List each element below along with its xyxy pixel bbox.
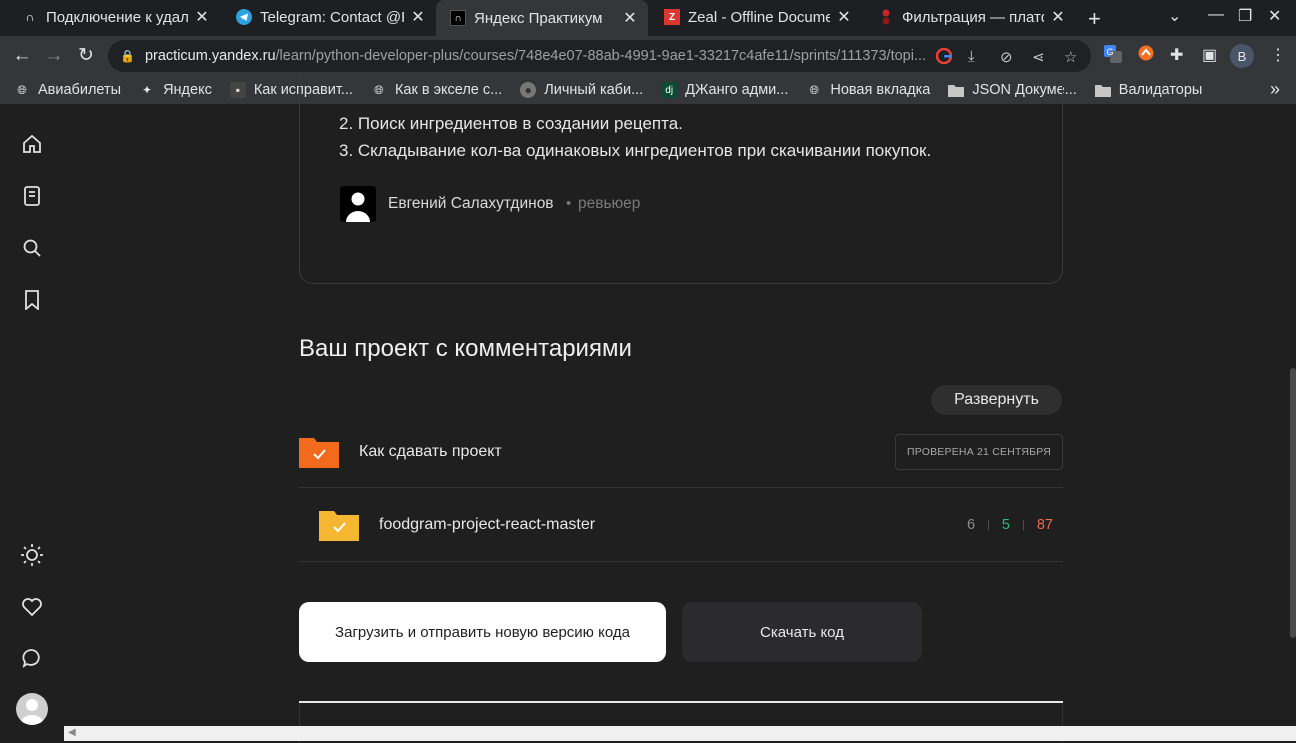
expand-button[interactable]: Развернуть [931,385,1062,415]
menu-icon[interactable]: ⋮ [1270,45,1286,65]
folder-check-icon [299,438,339,468]
heart-icon[interactable] [20,595,44,619]
bookmarks-overflow-icon[interactable]: » [1270,79,1280,100]
review-list-item: 3. Складывание кол-ва одинаковых ингреди… [339,141,932,160]
user-avatar[interactable] [16,693,48,725]
folder-icon [1094,82,1111,98]
stat-separator: | [987,519,990,531]
project-heading: Ваш проект с комментариями [299,335,632,362]
project-row-how-to-submit[interactable]: Как сдавать проект ПРОВЕРЕНА 21 СЕНТЯБРЯ [299,430,1063,488]
book-icon[interactable] [20,184,44,208]
stat-issues: 87 [1036,517,1053,533]
close-icon[interactable]: ✕ [1050,7,1066,27]
close-icon[interactable]: ✕ [622,8,638,28]
vertical-scrollbar[interactable] [1290,368,1296,638]
stat-resolved: 5 [1001,517,1010,533]
tab-strip: ∩ Подключение к удал ✕ Telegram: Contact… [0,0,1296,36]
stat-separator: | [1022,519,1025,531]
star-icon[interactable]: ☆ [1064,48,1077,66]
review-card [299,74,1063,284]
url-text: practicum.yandex.ru/learn/python-develop… [144,48,927,64]
practicum-app: 2. Поиск ингредиентов в создании рецепта… [0,74,1296,743]
yandex-star-icon: ✦ [142,83,153,97]
back-icon[interactable]: ← [10,44,34,68]
upload-new-version-button[interactable]: Загрузить и отправить новую версию кода [299,602,666,662]
side-navigation [0,104,64,741]
comment-stats: 6 | 5 | 87 [967,517,1053,533]
extensions-puzzle-icon[interactable]: ✚ [1170,45,1183,65]
tab-title: Подключение к удал [46,8,188,26]
theme-sun-icon[interactable] [20,543,44,567]
bookmark-icon[interactable] [20,288,44,312]
stat-total: 6 [966,517,976,533]
tab-telegram[interactable]: Telegram: Contact @F ✕ [222,0,436,34]
share-icon[interactable]: ⋖ [1032,48,1045,66]
project-row-label: Как сдавать проект [359,443,502,460]
horizontal-scrollbar[interactable]: ◀ [64,726,1296,741]
tab-yandex-practicum[interactable]: ∩ Яндекс Практикум ✕ [436,0,648,36]
tab-title: Яндекс Практикум [474,9,603,27]
download-code-button[interactable]: Скачать код [682,602,922,662]
reload-icon[interactable]: ↻ [74,44,98,68]
main-content: 2. Поиск ингредиентов в создании рецепта… [64,74,1296,743]
folder-check-icon [319,511,359,541]
new-tab-button[interactable]: + [1088,6,1101,32]
status-badge: ПРОВЕРЕНА 21 СЕНТЯБРЯ [895,434,1063,470]
close-icon[interactable]: ✕ [836,7,852,27]
forward-icon[interactable]: → [42,44,66,68]
close-icon[interactable]: ✕ [410,7,426,27]
svg-text:G: G [1107,47,1114,57]
tab-title: Telegram: Contact @F [260,8,404,26]
eye-off-icon[interactable]: ⊘ [1000,48,1013,66]
bookmark-yandex[interactable]: ✦ Яндекс [139,82,212,98]
reviewer-name: Евгений Салахутдинов [388,195,554,212]
install-icon[interactable]: ⤓ [968,48,975,65]
tab-practicum-remote[interactable]: ∩ Подключение к удал ✕ [8,0,220,34]
close-window-icon[interactable]: ✕ [1268,6,1281,26]
search-icon[interactable] [20,236,44,260]
django-icon [878,9,894,25]
chat-icon[interactable] [20,646,44,670]
tab-search-icon[interactable]: ⌄ [1168,6,1181,26]
practicum-icon: ∩ [450,10,466,26]
reviewer-separator: • [566,195,572,212]
google-icon[interactable] [935,47,953,68]
project-row-foodgram[interactable]: foodgram-project-react-master 6 | 5 | 87 [299,488,1063,562]
extension-orange-icon[interactable] [1138,45,1154,66]
bookmark-folder-validators[interactable]: Валидаторы [1094,82,1202,98]
project-row-label: foodgram-project-react-master [379,516,596,533]
globe-icon: 🌐︎ [17,82,27,97]
side-panel-icon[interactable]: ▣ [1202,45,1217,65]
review-list-item: 2. Поиск ингредиентов в создании рецепта… [339,114,683,133]
practicum-icon: ∩ [25,10,35,24]
lock-icon: 🔒 [120,49,135,63]
reviewer-role: ревьюер [578,195,641,212]
tab-django-filter[interactable]: Фильтрация — платф ✕ [864,0,1076,34]
zeal-icon: Z [664,9,680,25]
translate-icon[interactable]: G [1104,45,1122,68]
scroll-left-icon[interactable]: ◀ [68,727,76,738]
address-bar[interactable]: 🔒 practicum.yandex.ru/learn/python-devel… [108,40,1091,72]
maximize-icon[interactable]: ❐ [1238,6,1252,26]
tab-zeal[interactable]: Z Zeal - Offline Docume ✕ [650,0,862,34]
home-icon[interactable] [20,132,44,156]
profile-avatar[interactable]: В [1230,44,1254,68]
minimize-icon[interactable]: — [1208,6,1224,24]
tab-title: Фильтрация — платф [902,8,1044,26]
close-icon[interactable]: ✕ [194,7,210,27]
browser-toolbar: ← → ↻ 🔒 practicum.yandex.ru/learn/python… [0,36,1296,76]
telegram-icon [236,9,252,25]
tab-title: Zeal - Offline Docume [688,8,830,26]
bookmark-aviabilety[interactable]: 🌐︎ Авиабилеты [14,82,121,98]
reviewer-avatar [340,186,376,222]
site-icon: ▪ [229,82,246,98]
